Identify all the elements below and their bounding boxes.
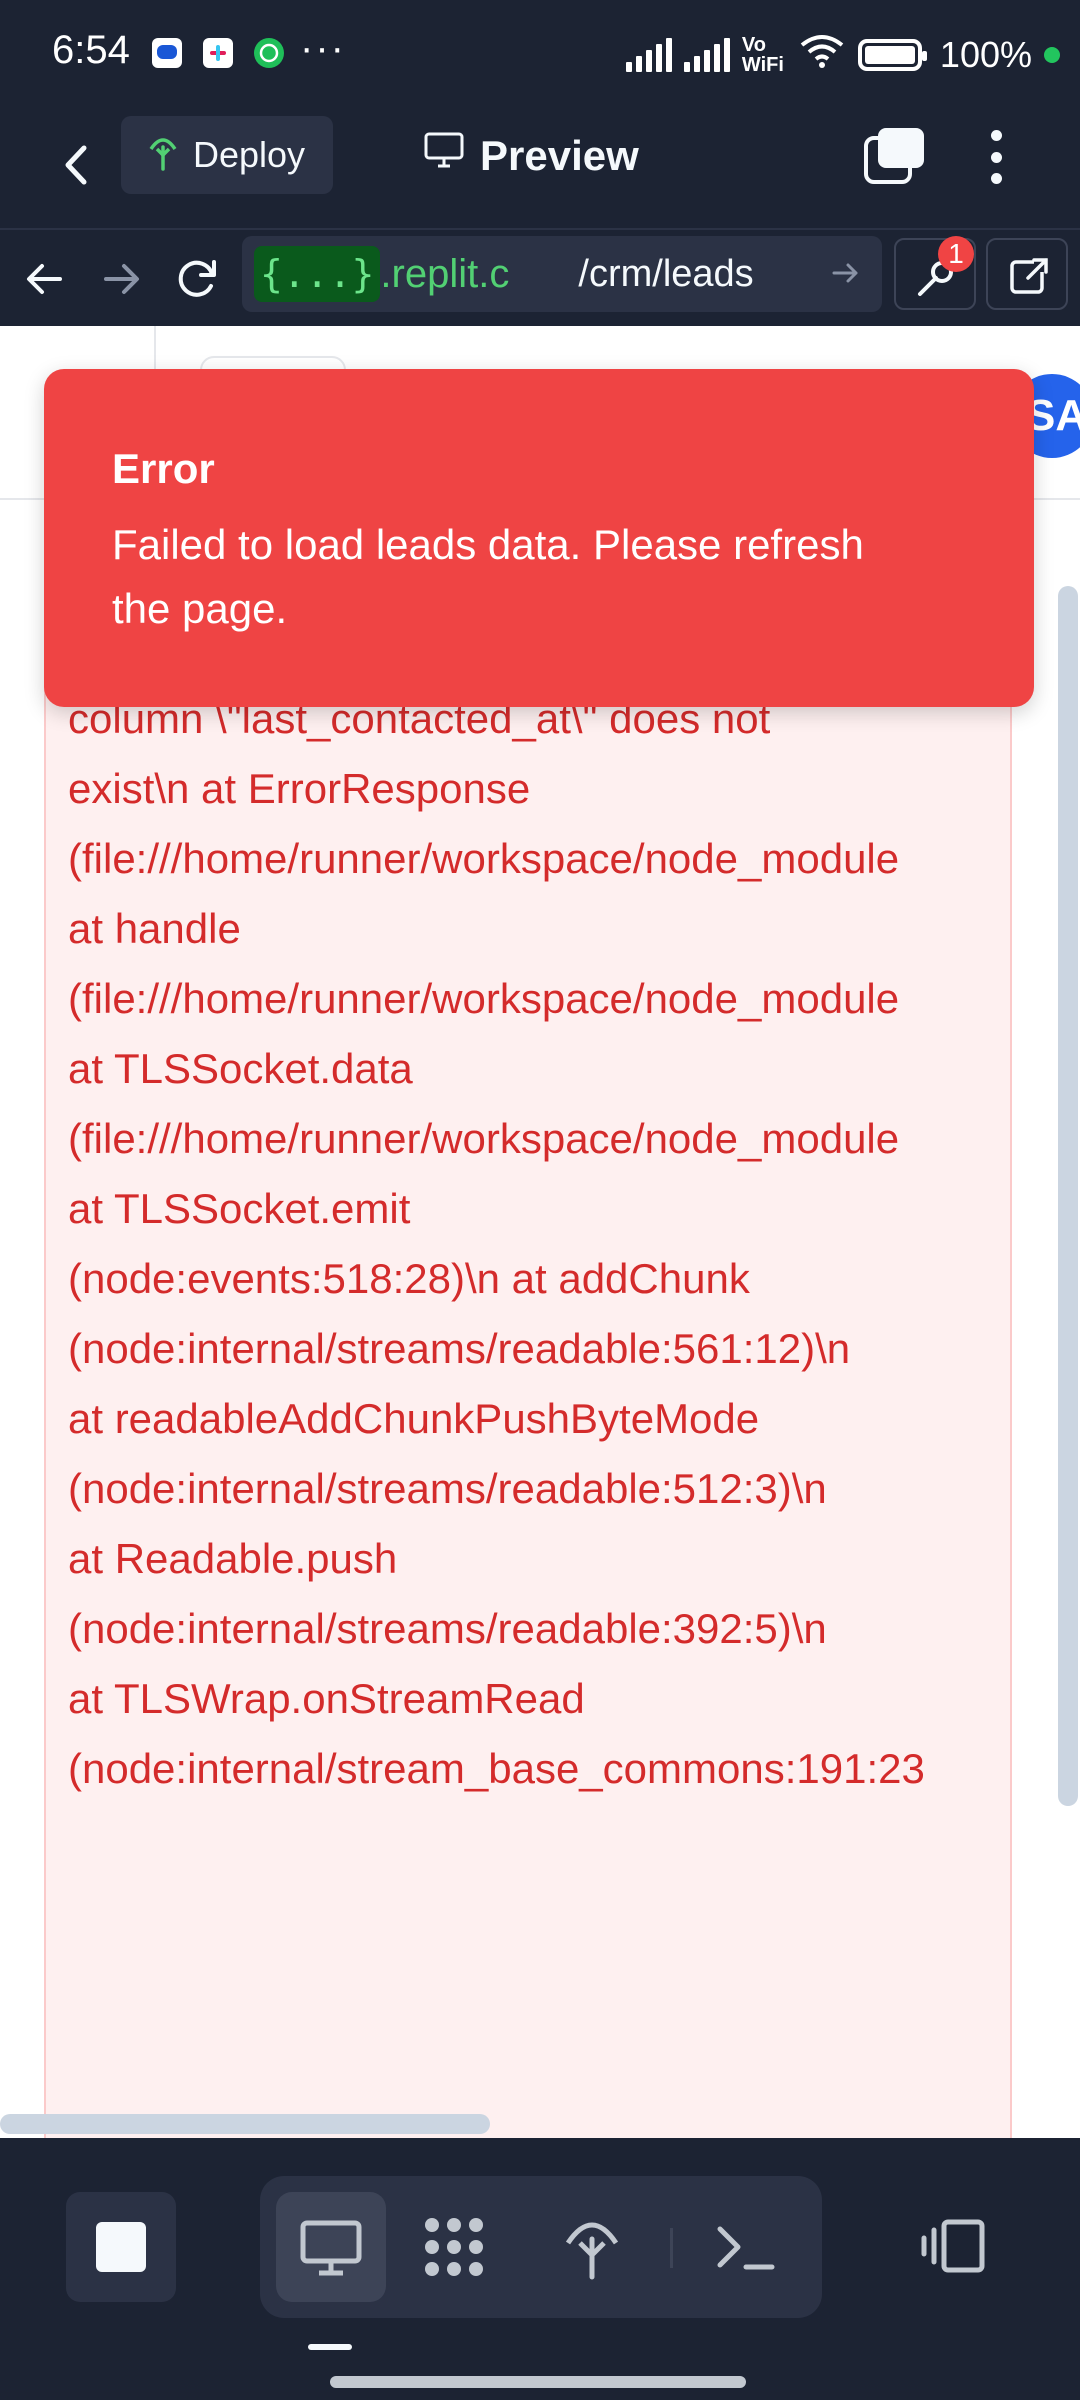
- error-line: (node:internal/streams/readable:561:12)\…: [68, 1325, 851, 1372]
- open-in-new-tab-button[interactable]: [986, 238, 1068, 310]
- toast-message: Failed to load leads data. Please refres…: [112, 521, 864, 632]
- tool-group: [260, 2176, 822, 2318]
- error-line: at Readable.push: [68, 1535, 398, 1582]
- tab-deployments[interactable]: [556, 2211, 628, 2283]
- slack-notification-icon: [203, 38, 233, 68]
- more-notifications-icon: ···: [300, 26, 346, 70]
- monitor-icon: [424, 132, 464, 180]
- error-line: (node:internal/streams/readable:512:3)\n: [68, 1465, 827, 1512]
- deploy-button[interactable]: Deploy: [121, 116, 333, 194]
- screen: 6:54 ··· Vo WiFi 100% Deploy Preview {..…: [0, 0, 1080, 2400]
- tabs-button[interactable]: [862, 126, 930, 188]
- error-toast[interactable]: Error Failed to load leads data. Please …: [44, 369, 1034, 707]
- error-line: (node:internal/stream_base_commons:191:2…: [68, 1745, 925, 1792]
- error-line: at readableAddChunkPushByteMode: [68, 1395, 760, 1442]
- external-link-icon: [1010, 258, 1048, 294]
- tab-shell[interactable]: [710, 2211, 782, 2283]
- deploy-label: Deploy: [193, 134, 306, 175]
- system-indicators: Vo WiFi 100%: [625, 31, 1060, 80]
- error-line: (node:internal/streams/readable:392:5)\n: [68, 1605, 827, 1652]
- stop-button[interactable]: [66, 2192, 176, 2302]
- tab-workspace[interactable]: [418, 2211, 490, 2283]
- bottom-toolbar: [0, 2138, 1080, 2400]
- error-line: exist\n at ErrorResponse: [68, 765, 531, 812]
- clock: 6:54: [52, 28, 130, 72]
- deploy-icon: [145, 131, 181, 180]
- error-line: (node:events:518:28)\n at addChunk: [68, 1255, 750, 1302]
- toast-title: Error: [112, 445, 215, 492]
- vowifi-label: Vo WiFi: [741, 34, 784, 76]
- error-line: at TLSSocket.data: [68, 1045, 413, 1092]
- error-line: at TLSSocket.emit: [68, 1185, 411, 1232]
- stop-icon: [96, 2222, 146, 2272]
- notification-badge: 1: [938, 236, 974, 272]
- horizontal-scrollbar[interactable]: [0, 2114, 490, 2134]
- repl-url-tag: {...}: [254, 246, 381, 302]
- vertical-scrollbar[interactable]: [1058, 586, 1078, 1806]
- error-line: (file:///home/runner/workspace/node_modu…: [68, 835, 900, 882]
- more-options-icon[interactable]: [980, 124, 1012, 190]
- error-line: (file:///home/runner/workspace/node_modu…: [68, 1115, 900, 1162]
- browser-url-bar: {...} .replit.c /crm/leads 1: [0, 230, 1080, 326]
- home-gesture-handle[interactable]: [330, 2376, 746, 2388]
- error-line: at TLSWrap.onStreamRead: [68, 1675, 585, 1722]
- whatsapp-business-notification-icon: [254, 38, 284, 68]
- keyboard-hint-dash: [308, 2344, 352, 2350]
- battery-level: 100%: [939, 34, 1032, 75]
- sidebar-toggle-icon[interactable]: [920, 2210, 992, 2282]
- messages-notification-icon: [152, 38, 182, 68]
- go-arrow-icon[interactable]: [828, 256, 862, 290]
- browser-back-icon[interactable]: [18, 252, 72, 306]
- privacy-indicator-dot: [1044, 47, 1060, 63]
- preview-label: Preview: [480, 132, 639, 179]
- error-line: at handle: [68, 905, 241, 952]
- back-button[interactable]: [44, 130, 114, 200]
- monitor-icon: [300, 2220, 362, 2276]
- error-line: (file:///home/runner/workspace/node_modu…: [68, 975, 900, 1022]
- reload-icon[interactable]: [170, 252, 224, 306]
- preview-title: Preview: [424, 128, 639, 184]
- status-bar: 6:54 ··· Vo WiFi 100%: [0, 0, 1080, 110]
- tool-divider: [670, 2228, 673, 2268]
- wifi-icon: [798, 31, 846, 80]
- battery-icon: [857, 39, 927, 71]
- signal-icon: [625, 38, 672, 72]
- signal-icon-2: [683, 38, 730, 72]
- app-header: Deploy Preview: [0, 110, 1080, 230]
- url-input[interactable]: {...} .replit.c /crm/leads: [242, 236, 882, 312]
- url-host: .replit.c: [380, 251, 510, 296]
- tab-preview[interactable]: [276, 2192, 386, 2302]
- browser-forward-icon[interactable]: [94, 252, 148, 306]
- url-path: /crm/leads: [578, 252, 754, 295]
